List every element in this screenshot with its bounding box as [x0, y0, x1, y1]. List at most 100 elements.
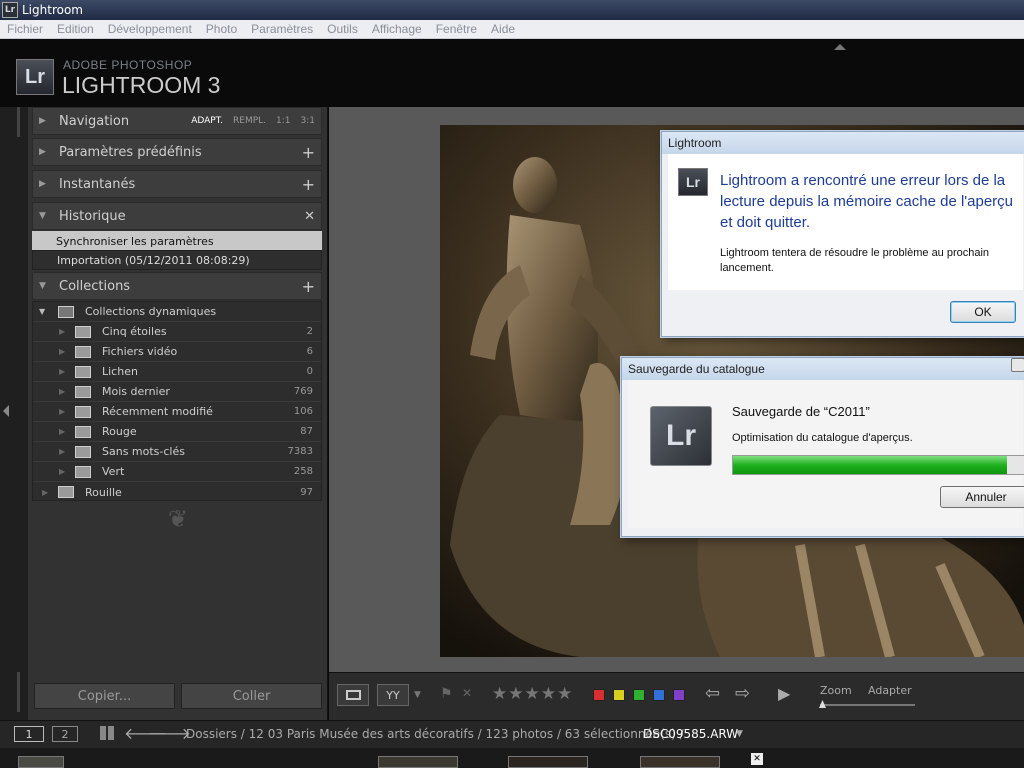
- panel-collections[interactable]: ▼ Collections +: [32, 272, 322, 300]
- color-label-green[interactable]: [633, 689, 645, 701]
- loupe-view-button[interactable]: [337, 684, 369, 706]
- grid-view-icon[interactable]: [100, 726, 114, 740]
- panel-navigation[interactable]: ▶ Navigation ADAPT. REMPL. 1:1 3:1: [32, 107, 322, 135]
- collection-item[interactable]: ▶ Récemment modifié 106: [33, 402, 321, 422]
- collection-label: Mois dernier: [102, 385, 170, 398]
- previous-photo-icon[interactable]: ⇦: [705, 683, 720, 704]
- scroll-grip-bottom: [17, 672, 20, 712]
- collection-count: 87: [300, 426, 313, 437]
- collection-label: Rouille: [85, 485, 122, 499]
- collections-tree: ▼ Collections dynamiques ▶ Cinq étoiles …: [32, 301, 322, 501]
- history-item-selected[interactable]: Synchroniser les paramètres: [32, 231, 322, 251]
- add-preset-icon[interactable]: +: [302, 143, 315, 162]
- add-snapshot-icon[interactable]: +: [302, 175, 315, 194]
- collection-label: Vert: [102, 465, 125, 478]
- error-dialog-body: Lr Lightroom a rencontré une erreur lors…: [668, 154, 1023, 290]
- color-label-yellow[interactable]: [613, 689, 625, 701]
- zoom-opt-1-1[interactable]: 1:1: [276, 116, 290, 126]
- collection-item[interactable]: ▶ Vert 258: [33, 462, 321, 482]
- backup-progress-bar: [732, 455, 1024, 475]
- collection-item[interactable]: ▶ Rouille 97: [33, 482, 321, 502]
- title-bar: Lr Lightroom: [0, 0, 1024, 20]
- filmstrip-thumbnail[interactable]: [508, 756, 588, 768]
- window-2-button[interactable]: 2: [52, 726, 78, 742]
- panel-presets[interactable]: ▶ Paramètres prédéfinis +: [32, 138, 322, 166]
- filename-dropdown-icon[interactable]: ▼: [736, 729, 743, 739]
- zoom-opt-3-1[interactable]: 3:1: [301, 116, 315, 126]
- collection-item[interactable]: ▶ Mois dernier 769: [33, 382, 321, 402]
- clear-history-icon[interactable]: ✕: [304, 209, 315, 224]
- smart-collection-icon: [75, 425, 91, 438]
- color-label-purple[interactable]: [673, 689, 685, 701]
- collection-item[interactable]: ▶ Rouge 87: [33, 422, 321, 442]
- tree-triangle-icon: ▶: [59, 427, 66, 436]
- collection-item[interactable]: ▶ Fichiers vidéo 6: [33, 342, 321, 362]
- panel-collections-title: Collections: [59, 278, 131, 294]
- collection-label: Sans mots-clés: [102, 445, 185, 458]
- collection-count: 97: [300, 486, 313, 498]
- error-main-message: Lightroom a rencontré une erreur lors de…: [720, 172, 1014, 231]
- panel-history[interactable]: ▼ Historique ✕: [32, 202, 322, 230]
- menu-fenetre[interactable]: Fenêtre: [429, 22, 484, 36]
- menu-edition[interactable]: Edition: [50, 22, 101, 36]
- compare-view-button[interactable]: YY: [377, 684, 409, 706]
- reject-flag-icon[interactable]: ✕: [462, 686, 472, 700]
- menu-developpement[interactable]: Développement: [101, 22, 199, 36]
- zoom-opt-adapt[interactable]: ADAPT.: [191, 116, 223, 126]
- dialog-close-icon[interactable]: [1011, 358, 1024, 372]
- collection-group[interactable]: ▼ Collections dynamiques: [33, 302, 321, 322]
- menu-outils[interactable]: Outils: [320, 22, 365, 36]
- slideshow-play-icon[interactable]: ▶: [778, 684, 790, 703]
- panel-history-title: Historique: [59, 208, 126, 224]
- catalog-backup-dialog: Sauvegarde du catalogue Lr Sauvegarde de…: [621, 357, 1024, 537]
- current-filename[interactable]: DSC09585.ARW: [643, 727, 738, 741]
- collection-item[interactable]: ▶ Sans mots-clés 7383: [33, 442, 321, 462]
- menu-affichage[interactable]: Affichage: [365, 22, 429, 36]
- tree-triangle-icon: ▶: [59, 407, 66, 416]
- panel-snapshots[interactable]: ▶ Instantanés +: [32, 170, 322, 198]
- menu-aide[interactable]: Aide: [484, 22, 522, 36]
- error-dialog: Lightroom Lr Lightroom a rencontré une e…: [661, 131, 1024, 337]
- smart-collection-icon: [75, 365, 91, 378]
- window-title: Lightroom: [22, 3, 83, 17]
- left-panel-toggle-icon[interactable]: [3, 405, 9, 417]
- tree-triangle-icon: ▶: [59, 367, 66, 376]
- menu-parametres[interactable]: Paramètres: [244, 22, 320, 36]
- expand-triangle-icon: ▼: [39, 307, 46, 316]
- flag-icon[interactable]: ⚑: [440, 686, 453, 702]
- panel-snapshots-title: Instantanés: [59, 176, 136, 192]
- filmstrip-thumbnail[interactable]: [18, 756, 64, 768]
- menu-fichier[interactable]: Fichier: [0, 22, 50, 36]
- zoom-slider[interactable]: [820, 704, 915, 706]
- copy-button[interactable]: Copier...: [34, 683, 175, 709]
- source-path[interactable]: Dossiers / 12 03 Paris Musée des arts dé…: [186, 727, 684, 741]
- menu-photo[interactable]: Photo: [199, 22, 244, 36]
- tree-triangle-icon: ▶: [59, 467, 66, 476]
- filmstrip-thumbnail[interactable]: [378, 756, 458, 768]
- forward-arrow-icon[interactable]: 🡒: [148, 723, 191, 743]
- expand-triangle-icon: ▼: [39, 281, 46, 291]
- window-1-button[interactable]: 1: [14, 726, 44, 742]
- rating-stars[interactable]: ★★★★★: [492, 684, 573, 704]
- view-dropdown-icon[interactable]: ▼: [414, 690, 421, 700]
- top-panel-toggle-icon[interactable]: [834, 44, 846, 50]
- add-collection-icon[interactable]: +: [302, 277, 315, 296]
- ok-button[interactable]: OK: [950, 301, 1016, 323]
- color-label-red[interactable]: [593, 689, 605, 701]
- collection-item[interactable]: ▶ Cinq étoiles 2: [33, 322, 321, 342]
- color-label-blue[interactable]: [653, 689, 665, 701]
- cancel-button[interactable]: Annuler: [940, 486, 1024, 508]
- filmstrip-thumbnail[interactable]: [640, 756, 720, 768]
- next-photo-icon[interactable]: ⇨: [735, 683, 750, 704]
- history-item[interactable]: Importation (05/12/2011 08:08:29): [32, 250, 322, 270]
- collection-item[interactable]: ▶ Lichen 0: [33, 362, 321, 382]
- brand-line1: ADOBE PHOTOSHOP: [63, 58, 193, 72]
- zoom-opt-rempl[interactable]: REMPL.: [233, 116, 266, 126]
- brand-line2: LIGHTROOM 3: [62, 72, 221, 98]
- panel-presets-title: Paramètres prédéfinis: [59, 144, 202, 160]
- smart-collection-icon: [58, 486, 74, 498]
- collection-count: 2: [306, 326, 313, 337]
- paste-button[interactable]: Coller: [181, 683, 322, 709]
- error-sub-message: Lightroom tentera de résoudre le problèm…: [720, 247, 990, 274]
- menu-bar: Fichier Edition Développement Photo Para…: [0, 20, 1024, 39]
